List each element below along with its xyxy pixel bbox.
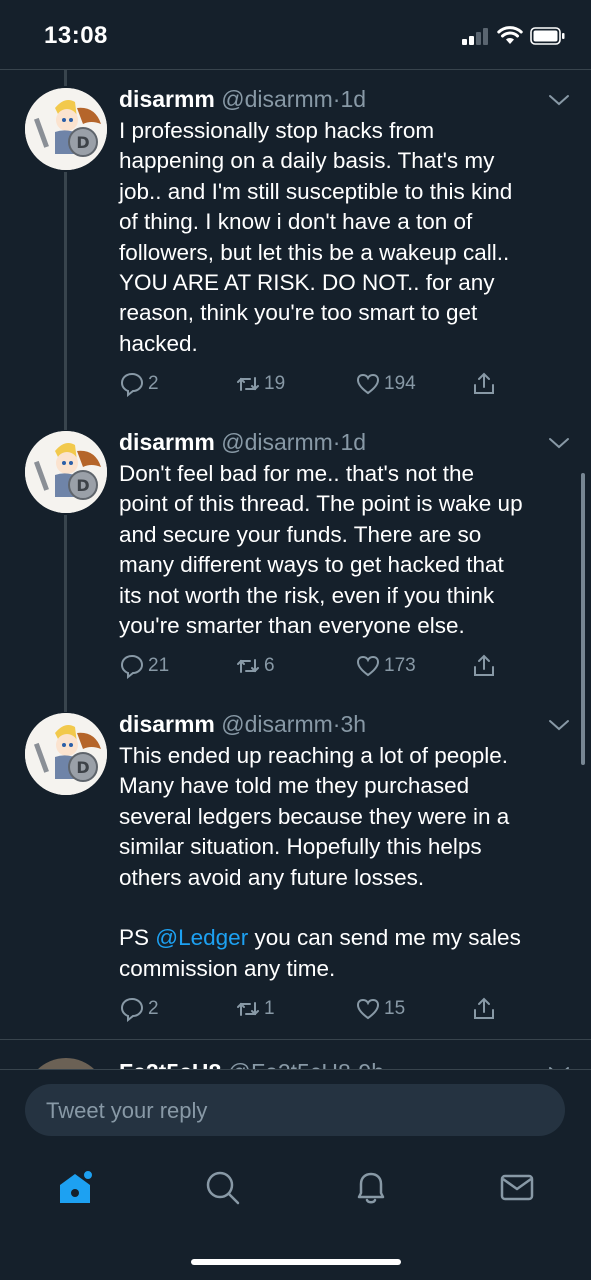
chevron-down-icon[interactable] (547, 717, 571, 733)
retweet-button[interactable]: 19 (235, 370, 285, 398)
share-icon (474, 997, 494, 1019)
retweet-button[interactable]: 6 (235, 652, 275, 680)
tweet-thread[interactable]: D disarmm @disarmm·1d I professionally s… (0, 70, 591, 1069)
tweet-time[interactable]: 1d (340, 86, 366, 112)
tweet-header: Fe2t5cH8 @Fe2t5cH8·9h (119, 1059, 384, 1069)
share-icon (474, 654, 494, 676)
share-button[interactable] (471, 370, 500, 398)
svg-text:D: D (76, 758, 89, 777)
user-handle[interactable]: @disarmm (221, 711, 333, 737)
like-icon (356, 373, 380, 395)
share-button[interactable] (471, 995, 500, 1023)
retweet-button[interactable]: 1 (235, 995, 275, 1023)
tweet-text: I professionally stop hacks from happeni… (119, 118, 513, 356)
svg-text:D: D (76, 133, 89, 152)
reply-composer: Tweet your reply (0, 1069, 591, 1151)
display-name[interactable]: disarmm (119, 86, 215, 112)
thread-connector-line (64, 70, 67, 86)
avatar[interactable]: D (25, 431, 107, 513)
share-button[interactable] (471, 652, 500, 680)
tab-messages[interactable] (497, 1167, 537, 1207)
retweet-count: 1 (264, 998, 275, 1019)
home-indicator[interactable] (191, 1259, 401, 1265)
like-button[interactable]: 194 (355, 370, 416, 398)
home-icon (60, 1169, 94, 1203)
user-handle[interactable]: @Fe2t5cH8 (228, 1059, 351, 1069)
reply-placeholder: Tweet your reply (46, 1098, 208, 1123)
mention-link[interactable]: @Ledger (155, 925, 248, 950)
battery-icon (530, 27, 565, 45)
retweet-icon (237, 1002, 259, 1016)
tweet-header: disarmm @disarmm·1d (119, 86, 366, 113)
retweet-icon (237, 377, 259, 391)
tweet-text: Don't feel bad for me.. that's not the p… (119, 461, 523, 639)
tweet-text: This ended up reaching a lot of people. … (119, 741, 569, 984)
avatar-illustration-icon: D (25, 713, 107, 795)
tweet-actions: 2 1 15 (119, 995, 519, 1023)
display-name[interactable]: disarmm (119, 711, 215, 737)
status-time: 13:08 (44, 22, 108, 49)
tweet-actions: 2 19 194 (119, 370, 519, 398)
tab-search[interactable] (202, 1167, 242, 1207)
scrollbar[interactable] (581, 473, 585, 765)
like-count: 194 (384, 373, 416, 394)
avatar[interactable]: D (25, 88, 107, 170)
like-icon (356, 998, 380, 1020)
display-name[interactable]: Fe2t5cH8 (119, 1059, 221, 1069)
search-icon (206, 1171, 240, 1205)
tab-notifications[interactable] (351, 1167, 391, 1207)
reply-count: 2 (148, 373, 159, 394)
user-handle[interactable]: @disarmm (221, 86, 333, 112)
like-count: 173 (384, 655, 416, 676)
tweet-text-body: This ended up reaching a lot of people. … (119, 743, 510, 951)
retweet-count: 19 (264, 373, 286, 394)
chevron-down-icon[interactable] (547, 92, 571, 108)
user-handle[interactable]: @disarmm (221, 429, 333, 455)
tweet-actions: 21 6 173 (119, 652, 519, 680)
tweet-time[interactable]: 3h (340, 711, 366, 737)
svg-text:D: D (76, 476, 89, 495)
tweet-time[interactable]: 1d (340, 429, 366, 455)
cellular-signal-icon (462, 28, 490, 45)
reply-icon (120, 654, 144, 679)
retweet-icon (237, 659, 259, 673)
reply-icon (120, 372, 144, 397)
tab-home[interactable] (55, 1167, 95, 1207)
avatar-illustration-icon: D (25, 431, 107, 513)
reply-button[interactable]: 2 (119, 995, 159, 1023)
reply-button[interactable]: 21 (119, 652, 169, 680)
thread-connector-line (64, 515, 67, 712)
tweet-time[interactable]: 9h (358, 1059, 384, 1069)
tweet-header: disarmm @disarmm·3h (119, 711, 366, 738)
display-name[interactable]: disarmm (119, 429, 215, 455)
reply-button[interactable]: 2 (119, 370, 159, 398)
reply-icon (120, 997, 144, 1022)
retweet-count: 6 (264, 655, 275, 676)
like-button[interactable]: 173 (355, 652, 416, 680)
notifications-icon (357, 1172, 385, 1204)
status-bar: 13:08 (0, 0, 591, 70)
reply-count: 21 (148, 655, 170, 676)
bottom-tab-bar (0, 1151, 591, 1231)
reply-input[interactable]: Tweet your reply (25, 1084, 565, 1136)
like-count: 15 (384, 998, 406, 1019)
avatar[interactable]: D (25, 713, 107, 795)
avatar-illustration-icon: D (25, 88, 107, 170)
like-button[interactable]: 15 (355, 995, 405, 1023)
tweet-partial[interactable]: Fe2t5cH8 @Fe2t5cH8·9h (0, 1039, 591, 1069)
reply-count: 2 (148, 998, 159, 1019)
thread-connector-line (64, 172, 67, 430)
like-icon (356, 655, 380, 677)
avatar[interactable] (25, 1058, 107, 1069)
wifi-icon (497, 26, 523, 44)
messages-icon (500, 1174, 534, 1201)
share-icon (474, 372, 494, 394)
chevron-down-icon[interactable] (547, 435, 571, 451)
tweet-header: disarmm @disarmm·1d (119, 429, 366, 456)
